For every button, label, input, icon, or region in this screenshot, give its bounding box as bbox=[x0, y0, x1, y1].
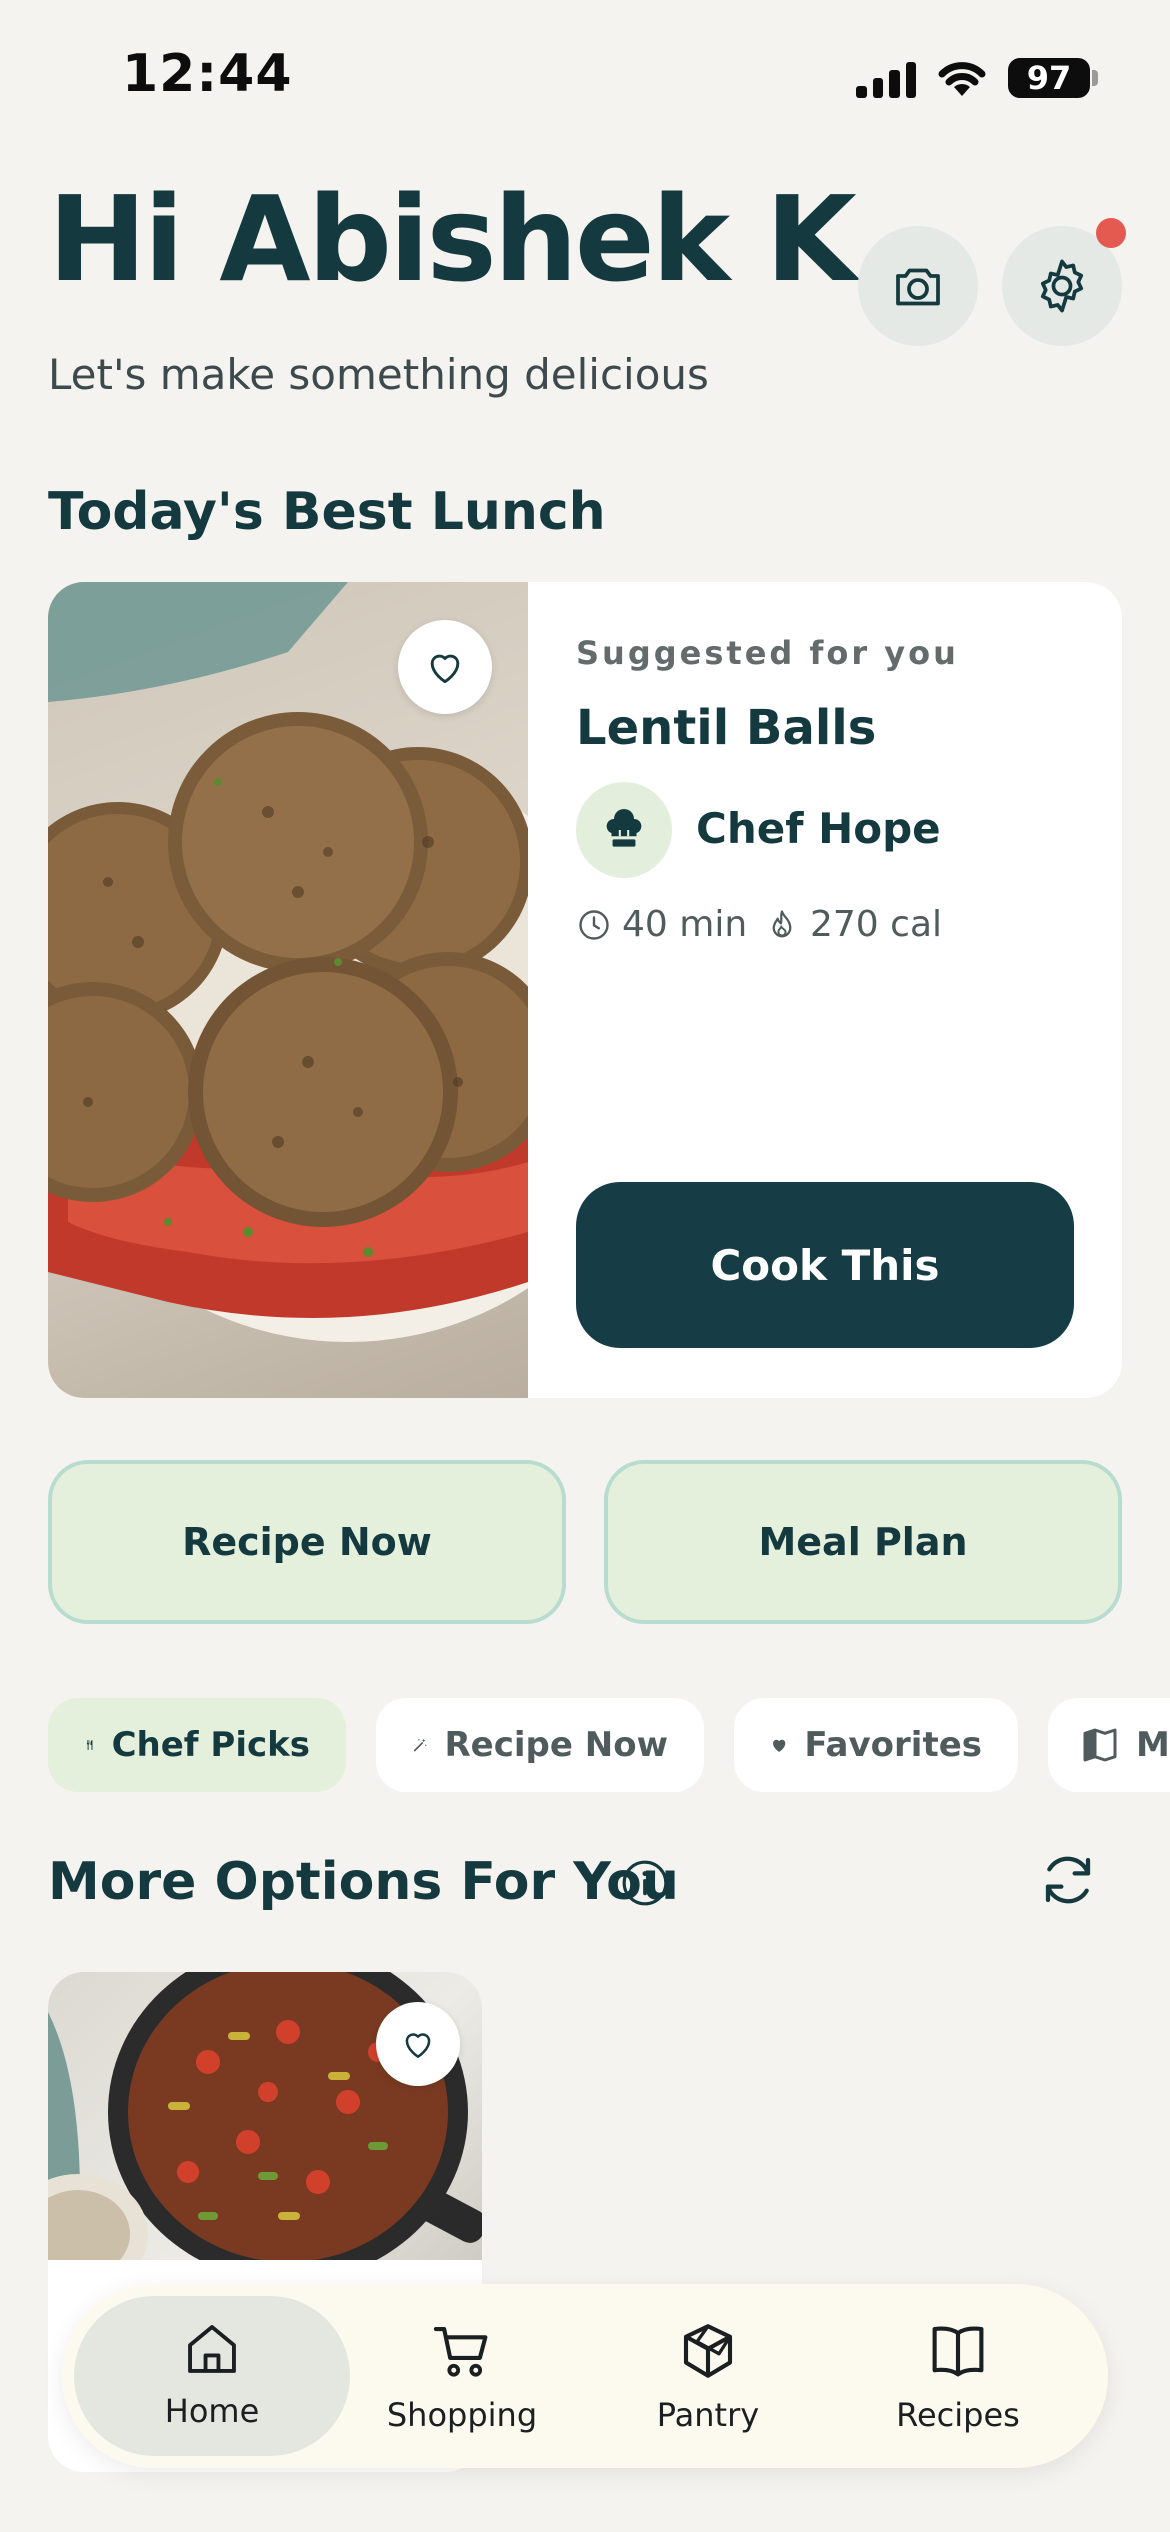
chip-recipe-now[interactable]: Recipe Now bbox=[376, 1698, 704, 1792]
battery-cap bbox=[1092, 70, 1098, 86]
greeting-title: Hi Abishek K. bbox=[48, 170, 899, 308]
calories: 270 cal bbox=[764, 904, 942, 945]
info-icon[interactable] bbox=[620, 1858, 670, 1908]
camera-button[interactable] bbox=[858, 226, 978, 346]
heart-icon bbox=[773, 1739, 786, 1752]
chip-chef-picks[interactable]: Chef Picks bbox=[48, 1698, 346, 1792]
calories-label: 270 cal bbox=[810, 904, 943, 945]
status-time: 12:44 bbox=[122, 44, 293, 104]
chip-chef-picks-label: Chef Picks bbox=[111, 1725, 310, 1765]
chip-more-label: M bbox=[1136, 1725, 1170, 1765]
chip-favorites[interactable]: Favorites bbox=[734, 1698, 1018, 1792]
refresh-icon[interactable] bbox=[1036, 1848, 1100, 1912]
box-icon bbox=[683, 2324, 733, 2378]
chef-avatar bbox=[576, 782, 672, 878]
recipe-now-button[interactable]: Recipe Now bbox=[48, 1460, 566, 1624]
wifi-icon bbox=[938, 62, 986, 96]
nav-label-pantry: Pantry bbox=[656, 2396, 760, 2434]
book-icon bbox=[932, 2326, 984, 2377]
utensils-icon bbox=[86, 1740, 93, 1750]
flame-icon bbox=[772, 909, 792, 937]
greeting-subtitle: Let's make something delicious bbox=[48, 350, 709, 399]
section-title-more: More Options For You bbox=[48, 1852, 679, 1912]
camera-icon bbox=[896, 268, 940, 306]
home-icon bbox=[188, 2325, 236, 2373]
section-title-today: Today's Best Lunch bbox=[48, 482, 606, 542]
chip-more[interactable]: M bbox=[1048, 1698, 1170, 1792]
favorite-button[interactable] bbox=[398, 620, 492, 714]
cook-time-label: 40 min bbox=[622, 904, 748, 945]
nav-label-recipes: Recipes bbox=[896, 2396, 1020, 2434]
nav-item-shopping[interactable]: Shopping bbox=[342, 2318, 582, 2448]
featured-recipe-title: Lentil Balls bbox=[576, 700, 877, 756]
nav-label-home: Home bbox=[164, 2392, 260, 2430]
battery-indicator: 97 bbox=[1008, 58, 1090, 98]
meal-plan-button[interactable]: Meal Plan bbox=[604, 1460, 1122, 1624]
cart-icon bbox=[433, 2326, 488, 2377]
featured-eyebrow: Suggested for you bbox=[576, 634, 959, 672]
cook-this-button[interactable]: Cook This bbox=[576, 1182, 1074, 1348]
map-icon bbox=[1083, 1728, 1117, 1762]
heart-outline-icon bbox=[405, 2033, 431, 2058]
chef-hat-icon bbox=[606, 808, 642, 847]
chef-name[interactable]: Chef Hope bbox=[696, 804, 941, 853]
chip-favorites-label: Favorites bbox=[804, 1725, 982, 1765]
gear-icon bbox=[1040, 259, 1084, 313]
signal-icon bbox=[856, 58, 916, 98]
recipe-card-image bbox=[48, 1972, 482, 2260]
heart-outline-icon bbox=[430, 654, 460, 684]
chip-recipe-now-label: Recipe Now bbox=[444, 1725, 668, 1765]
notification-badge bbox=[1096, 218, 1126, 248]
featured-recipe-image bbox=[48, 582, 528, 1398]
nav-item-recipes[interactable]: Recipes bbox=[838, 2318, 1078, 2448]
clock-icon bbox=[579, 909, 609, 940]
nav-label-shopping: Shopping bbox=[386, 2396, 538, 2434]
featured-recipe-card[interactable]: Suggested for you Lentil Balls Chef Hope… bbox=[48, 582, 1122, 1398]
cook-time: 40 min bbox=[576, 904, 747, 945]
nav-item-pantry[interactable]: Pantry bbox=[588, 2318, 828, 2448]
nav-item-home[interactable]: Home bbox=[92, 2318, 332, 2448]
magic-wand-icon bbox=[413, 1738, 427, 1752]
recipe-card-favorite-button[interactable] bbox=[376, 2002, 460, 2086]
